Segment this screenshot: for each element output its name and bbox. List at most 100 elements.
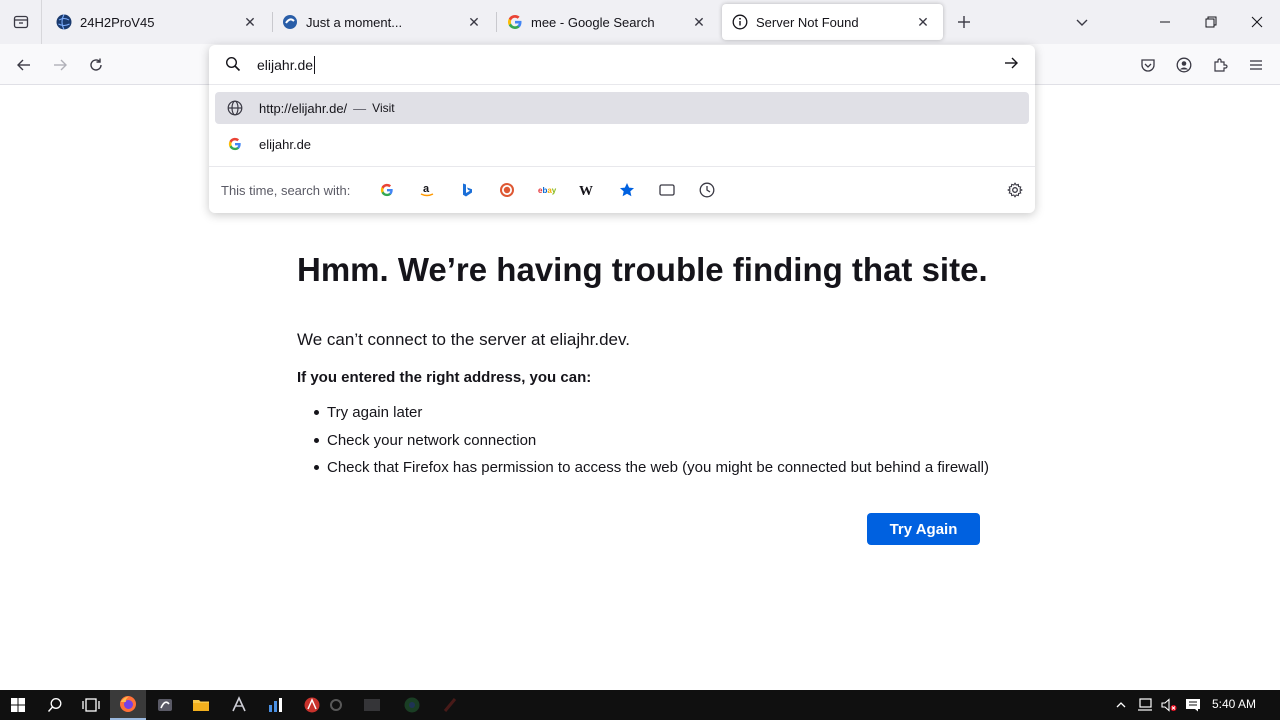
taskbar-app[interactable] bbox=[318, 690, 354, 720]
suggestion-text: elijahr.de bbox=[259, 136, 312, 152]
close-tab-icon[interactable]: ✕ bbox=[240, 12, 260, 32]
windows-taskbar: 5:40 AM bbox=[0, 690, 1280, 720]
task-view-button[interactable] bbox=[73, 690, 109, 720]
tab-title: Server Not Found bbox=[756, 14, 859, 30]
network-button[interactable] bbox=[1134, 690, 1156, 720]
loading-icon bbox=[282, 14, 298, 30]
forward-button[interactable] bbox=[45, 50, 75, 80]
wikipedia-icon[interactable]: W bbox=[577, 180, 597, 200]
tab-manager-icon bbox=[13, 15, 28, 29]
bing-icon[interactable] bbox=[457, 180, 477, 200]
firefox-icon bbox=[120, 696, 136, 712]
history-icon[interactable] bbox=[697, 180, 717, 200]
google-icon[interactable] bbox=[377, 180, 397, 200]
taskbar-app[interactable] bbox=[147, 690, 183, 720]
search-icon bbox=[225, 56, 241, 72]
reload-icon bbox=[90, 58, 102, 71]
urlbar-panel: http://elijahr.de/ — Visit elijahr.de Th… bbox=[209, 45, 1035, 213]
chrome-icon bbox=[404, 697, 420, 713]
close-tab-icon[interactable]: ✕ bbox=[913, 12, 933, 32]
taskbar-app[interactable] bbox=[258, 690, 294, 720]
close-icon bbox=[1251, 16, 1263, 28]
action-center-button[interactable] bbox=[1182, 690, 1204, 720]
task-view-icon bbox=[82, 698, 100, 712]
close-window-button[interactable] bbox=[1234, 0, 1280, 44]
taskbar-clock[interactable]: 5:40 AM bbox=[1212, 697, 1256, 711]
svg-text:W: W bbox=[579, 184, 593, 197]
globe-dark-icon bbox=[56, 14, 72, 30]
tab-title: Just a moment... bbox=[306, 14, 403, 30]
minimize-icon bbox=[1160, 21, 1170, 23]
list-item: Check that Firefox has permission to acc… bbox=[313, 457, 989, 485]
pen-icon bbox=[232, 696, 246, 712]
chart-app-icon bbox=[269, 698, 282, 712]
google-icon bbox=[507, 14, 523, 30]
svg-text:ebay: ebay bbox=[538, 186, 557, 195]
restore-button[interactable] bbox=[1188, 0, 1234, 44]
account-button[interactable] bbox=[1169, 50, 1199, 80]
list-item: Try again later bbox=[313, 402, 989, 430]
globe-icon bbox=[227, 100, 243, 116]
tab-just-a-moment[interactable]: Just a moment... ✕ bbox=[272, 4, 494, 40]
urlbar bbox=[209, 45, 1035, 85]
pocket-button[interactable] bbox=[1133, 50, 1163, 80]
tab-24h2prov45[interactable]: 24H2ProV45 ✕ bbox=[46, 4, 270, 40]
search-button[interactable] bbox=[37, 690, 73, 720]
window-icon bbox=[364, 699, 380, 711]
list-all-tabs-button[interactable] bbox=[1070, 10, 1094, 34]
restore-icon bbox=[1205, 16, 1217, 28]
tab-google-search[interactable]: mee - Google Search ✕ bbox=[497, 4, 719, 40]
volume-muted-icon bbox=[1161, 698, 1177, 712]
notification-icon bbox=[1186, 699, 1200, 712]
google-icon bbox=[227, 136, 243, 152]
taskbar-file-explorer[interactable] bbox=[183, 690, 219, 720]
url-input[interactable] bbox=[257, 53, 957, 77]
go-arrow-icon[interactable] bbox=[1003, 55, 1019, 71]
duckduckgo-icon[interactable] bbox=[497, 180, 517, 200]
tabs-icon[interactable] bbox=[657, 180, 677, 200]
reload-button[interactable] bbox=[81, 50, 111, 80]
chevron-up-icon bbox=[1116, 702, 1126, 708]
error-description: We can’t connect to the server at eliajh… bbox=[297, 330, 630, 349]
close-tab-icon[interactable]: ✕ bbox=[689, 12, 709, 32]
suggestion-url: http://elijahr.de/ bbox=[259, 100, 348, 116]
extensions-button[interactable] bbox=[1205, 50, 1235, 80]
close-tab-icon[interactable]: ✕ bbox=[464, 12, 484, 32]
try-again-button[interactable]: Try Again bbox=[867, 513, 980, 545]
chevron-down-icon bbox=[1076, 19, 1088, 26]
gear-icon[interactable] bbox=[1005, 180, 1025, 200]
pocket-icon bbox=[1141, 59, 1155, 72]
one-off-label: This time, search with: bbox=[221, 183, 351, 198]
error-hint: If you entered the right address, you ca… bbox=[297, 369, 592, 386]
app-icon bbox=[443, 698, 457, 712]
new-tab-button[interactable] bbox=[952, 10, 976, 34]
hamburger-menu-icon bbox=[1250, 60, 1262, 70]
amazon-icon[interactable]: a bbox=[417, 180, 437, 200]
error-suggestions-list: Try again later Check your network conne… bbox=[313, 402, 989, 485]
puzzle-icon bbox=[1214, 58, 1228, 72]
tab-server-not-found[interactable]: Server Not Found ✕ bbox=[722, 4, 943, 40]
tab-title: 24H2ProV45 bbox=[80, 14, 155, 30]
folder-icon bbox=[193, 700, 209, 711]
taskbar-firefox[interactable] bbox=[110, 690, 146, 720]
gear-icon bbox=[330, 699, 342, 711]
arrow-right-icon bbox=[54, 59, 67, 71]
show-hidden-icons-button[interactable] bbox=[1110, 690, 1132, 720]
back-button[interactable] bbox=[9, 50, 39, 80]
taskbar-app[interactable] bbox=[432, 690, 468, 720]
account-icon bbox=[1176, 57, 1192, 73]
tab-manager-button[interactable] bbox=[0, 0, 42, 44]
bookmarks-icon[interactable] bbox=[617, 180, 637, 200]
svg-text:a: a bbox=[423, 183, 430, 195]
minimize-button[interactable] bbox=[1142, 0, 1188, 44]
suggestion-visit[interactable]: http://elijahr.de/ — Visit bbox=[215, 92, 1029, 124]
text-caret bbox=[314, 56, 315, 74]
start-button[interactable] bbox=[0, 690, 36, 720]
taskbar-app[interactable] bbox=[221, 690, 257, 720]
volume-button[interactable] bbox=[1158, 690, 1180, 720]
app-menu-button[interactable] bbox=[1241, 50, 1271, 80]
suggestion-search[interactable]: elijahr.de bbox=[215, 128, 1029, 160]
ebay-icon[interactable]: ebay bbox=[537, 180, 557, 200]
taskbar-app[interactable] bbox=[354, 690, 390, 720]
taskbar-app[interactable] bbox=[394, 690, 430, 720]
